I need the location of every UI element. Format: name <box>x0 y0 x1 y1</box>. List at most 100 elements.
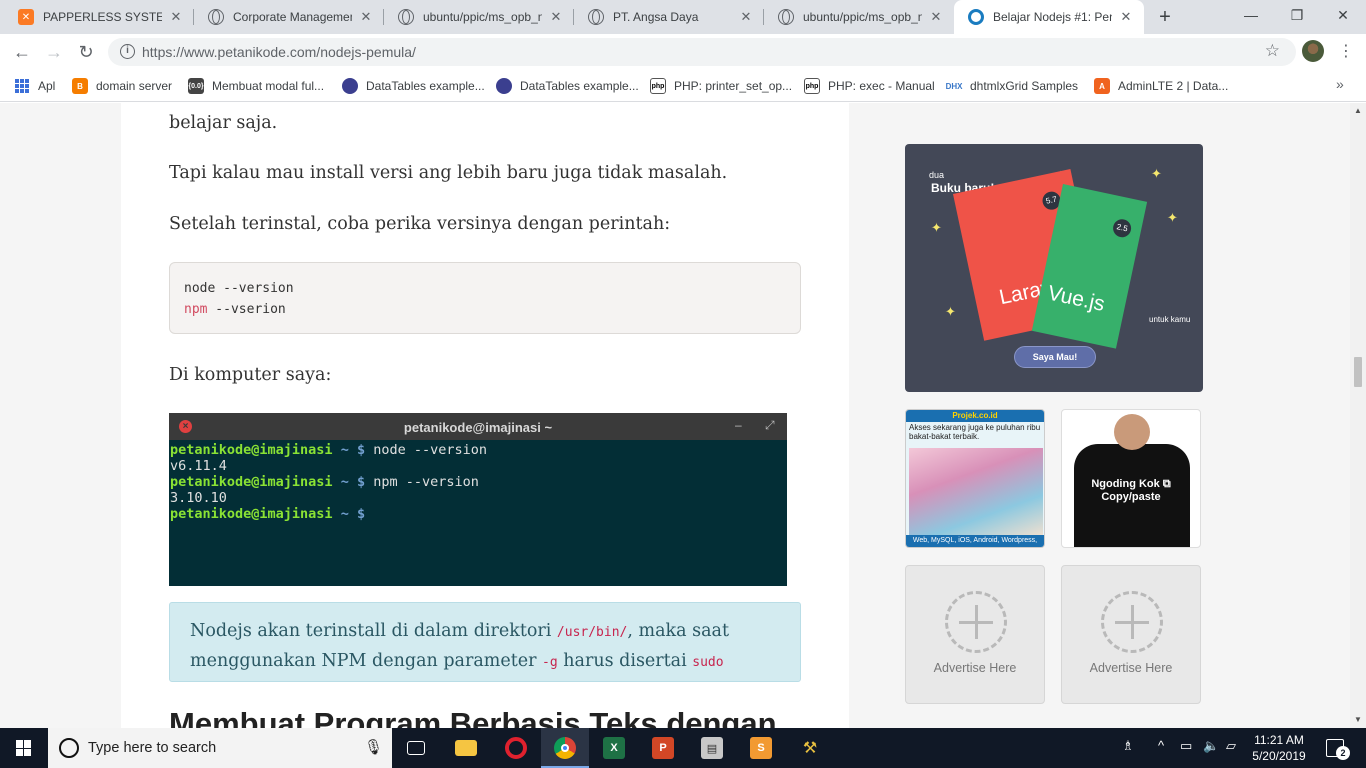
plus-icon <box>1101 591 1163 653</box>
tab-close-icon[interactable]: ✕ <box>928 9 944 25</box>
maximize-button[interactable]: ❐ <box>1274 0 1320 30</box>
minimize-button[interactable]: — <box>1228 0 1274 30</box>
tab-title: Corporate Managemen <box>233 10 352 24</box>
bookmark-adminlte[interactable]: A AdminLTE 2 | Data... <box>1094 76 1228 96</box>
terminal-prompt-symbol: ~ $ <box>340 442 366 458</box>
folder-icon <box>455 740 477 756</box>
bookmarks-overflow-icon[interactable]: » <box>1336 76 1344 92</box>
plus-icon <box>945 591 1007 653</box>
terminal-output-line: v6.11.4 <box>170 458 227 474</box>
people-icon[interactable]: ♗ <box>1122 738 1134 754</box>
task-view-button[interactable] <box>392 728 440 768</box>
browser-menu-icon[interactable]: ⋮ <box>1336 42 1356 62</box>
battery-icon[interactable]: ▭ <box>1180 738 1192 754</box>
taskbar-tool[interactable]: ⚒ <box>786 728 834 768</box>
tab-corporate-management[interactable]: Corporate Managemen ✕ <box>194 0 384 34</box>
tab-ubuntu-ppic-2[interactable]: ubuntu/ppic/ms_opb_n ✕ <box>764 0 954 34</box>
sparkle-icon: ✦ <box>1167 210 1178 225</box>
advertise-label: Advertise Here <box>933 661 1017 675</box>
network-icon[interactable]: ▱ <box>1226 738 1236 754</box>
bookmark-dhtmlxgrid[interactable]: DHX dhtmlxGrid Samples <box>946 76 1078 96</box>
taskbar-powerpoint[interactable]: P <box>639 728 687 768</box>
site-info-icon[interactable]: i <box>120 44 135 59</box>
bookmark-label: DataTables example... <box>366 79 485 93</box>
bookmark-label: DataTables example... <box>520 79 639 93</box>
bookmark-label: PHP: printer_set_op... <box>674 79 793 93</box>
taskbar-file-explorer[interactable] <box>442 728 490 768</box>
adminlte-icon: A <box>1094 78 1110 94</box>
clock-time: 11:21 AM <box>1254 733 1304 747</box>
taskbar-sublime[interactable]: S <box>737 728 785 768</box>
paragraph: belajar saja. <box>169 113 278 133</box>
projek-ad[interactable]: Projek.co.id Akses sekarang juga ke pulu… <box>905 409 1045 548</box>
taskbar-clock[interactable]: 11:21 AM 5/20/2019 <box>1244 732 1314 764</box>
microphone-icon[interactable]: 🎙 <box>364 738 383 756</box>
volume-icon[interactable]: 🔈 <box>1203 738 1219 754</box>
bookmark-domain-server[interactable]: B domain server <box>72 76 172 96</box>
tab-close-icon[interactable]: ✕ <box>1118 9 1134 25</box>
info-text: Nodejs akan terinstall di dalam direktor… <box>190 621 557 641</box>
bookmark-apps[interactable]: Apl <box>14 76 55 96</box>
close-window-button[interactable]: ✕ <box>1320 0 1366 30</box>
forward-button[interactable]: → <box>42 40 66 64</box>
url-text[interactable]: https://www.petanikode.com/nodejs-pemula… <box>142 44 416 60</box>
windows-logo-icon <box>16 740 32 756</box>
ad-text: untuk kamu <box>1149 315 1191 324</box>
book-ad-banner[interactable]: dua Buku baru! ✦ ✦ ✦ ✦ ✦ 5.7 Laravel 2.5… <box>905 144 1203 392</box>
datatables-icon <box>342 78 358 94</box>
tab-close-icon[interactable]: ✕ <box>738 9 754 25</box>
task-view-icon <box>407 741 425 755</box>
tab-pt-angsa-daya[interactable]: PT. Angsa Daya ✕ <box>574 0 764 34</box>
terminal-prompt: petanikode@imajinasi <box>170 506 333 522</box>
code-keyword: npm <box>184 302 208 317</box>
ad-small-text: dua <box>929 170 945 180</box>
tab-title: PAPPERLESS SYSTEM <box>43 10 162 24</box>
globe-icon <box>398 9 414 25</box>
scroll-down-icon[interactable]: ▼ <box>1350 712 1366 728</box>
cortana-icon <box>59 738 79 758</box>
taskbar-search-box[interactable]: Type here to search 🎙 <box>48 728 392 768</box>
scrollbar-thumb[interactable] <box>1354 357 1362 387</box>
advertise-slot[interactable]: Advertise Here <box>1061 565 1201 704</box>
terminal-command: npm --version <box>373 474 479 490</box>
tray-chevron-icon[interactable]: ^ <box>1158 738 1164 753</box>
printer-icon: ▤ <box>701 737 723 759</box>
sublime-text-icon: S <box>750 737 772 759</box>
bookmark-datatables-1[interactable]: DataTables example... <box>342 76 485 96</box>
reload-button[interactable]: ↻ <box>74 40 98 64</box>
saya-mau-button[interactable]: Saya Mau! <box>1014 346 1096 368</box>
taskbar-chrome[interactable] <box>541 728 589 768</box>
tab-papperless[interactable]: ✕ PAPPERLESS SYSTEM ✕ <box>4 0 194 34</box>
powerpoint-icon: P <box>652 737 674 759</box>
browser-toolbar: ← → ↻ i https://www.petanikode.com/nodej… <box>0 34 1366 70</box>
terminal-output: petanikode@imajinasi ~ $ node --version v… <box>169 440 787 524</box>
taskbar-printer[interactable]: ▤ <box>688 728 736 768</box>
terminal-output-line: 3.10.10 <box>170 490 227 506</box>
info-box: Nodejs akan terinstall di dalam direktor… <box>169 602 801 682</box>
tab-ubuntu-ppic-1[interactable]: ubuntu/ppic/ms_opb_n ✕ <box>384 0 574 34</box>
profile-avatar[interactable] <box>1302 40 1324 62</box>
tab-close-icon[interactable]: ✕ <box>358 9 374 25</box>
bookmark-label: PHP: exec - Manual <box>828 79 935 93</box>
bookmark-membuat-modal[interactable]: {0.0} Membuat modal ful... <box>188 76 324 96</box>
tab-close-icon[interactable]: ✕ <box>548 9 564 25</box>
bookmark-star-icon[interactable]: ☆ <box>1265 41 1280 61</box>
tab-close-icon[interactable]: ✕ <box>168 9 184 25</box>
ad-photo <box>909 448 1043 536</box>
tshirt-ad[interactable]: Ngoding Kok ⧉ Copy/paste <box>1061 409 1201 548</box>
new-tab-button[interactable]: + <box>1152 4 1178 30</box>
tab-belajar-nodejs[interactable]: Belajar Nodejs #1: Peng ✕ <box>954 0 1144 34</box>
start-button[interactable] <box>0 728 48 768</box>
back-button[interactable]: ← <box>10 40 34 64</box>
page-scrollbar[interactable]: ▲ ▼ <box>1350 103 1366 728</box>
bookmark-php-exec[interactable]: php PHP: exec - Manual <box>804 76 935 96</box>
terminal-prompt: petanikode@imajinasi <box>170 474 333 490</box>
taskbar-opera[interactable] <box>492 728 540 768</box>
taskbar-excel[interactable]: X <box>590 728 638 768</box>
bookmark-php-printer[interactable]: php PHP: printer_set_op... <box>650 76 792 96</box>
address-bar[interactable]: i https://www.petanikode.com/nodejs-pemu… <box>108 38 1296 66</box>
bookmark-datatables-2[interactable]: DataTables example... <box>496 76 639 96</box>
paragraph: Di komputer saya: <box>169 365 332 385</box>
advertise-slot[interactable]: Advertise Here <box>905 565 1045 704</box>
scroll-up-icon[interactable]: ▲ <box>1350 103 1366 119</box>
